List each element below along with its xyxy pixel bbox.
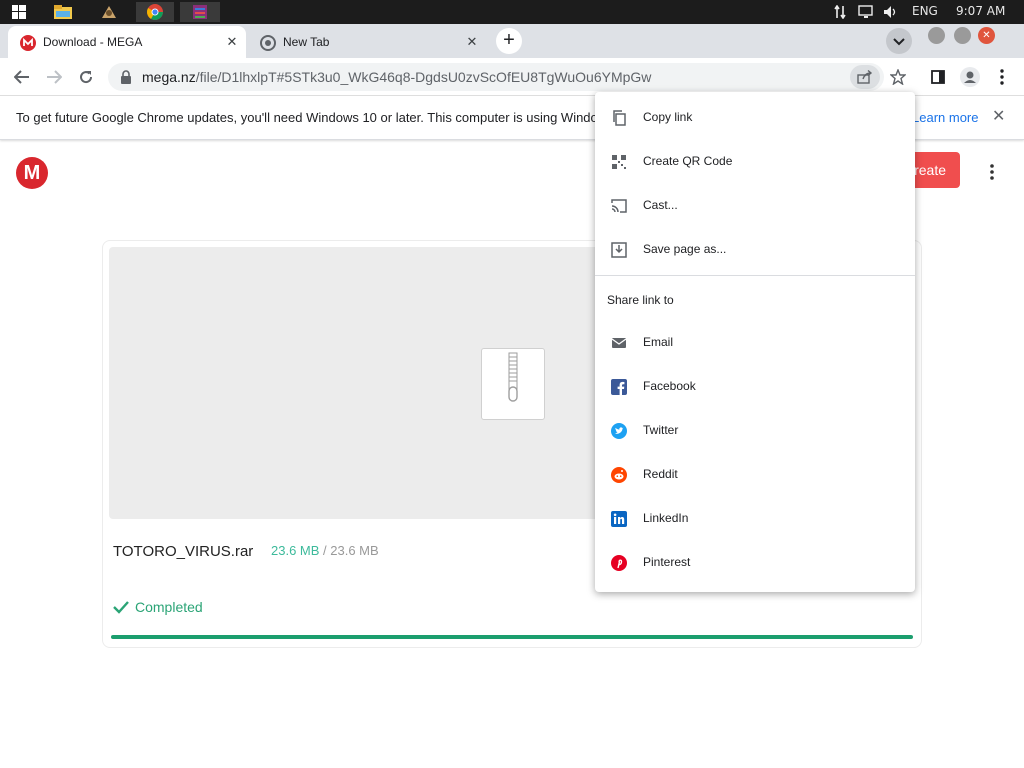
new-tab-button[interactable]: + [496,28,522,54]
mega-favicon-icon [20,35,36,51]
network-icon[interactable] [832,2,854,22]
share-target-label: Pinterest [643,555,691,569]
url-path: /file/D1lhxlpT#5STk3u0_WkG46q8-DgdsU0zvS… [195,69,652,85]
cast-icon [611,198,627,214]
chrome-menu-icon[interactable] [990,65,1014,89]
address-bar[interactable]: mega.nz/file/D1lhxlpT#5STk3u0_WkG46q8-Dg… [108,63,884,91]
menu-item-copy-link[interactable]: Copy link [595,100,915,136]
reload-button[interactable] [74,65,98,89]
side-panel-icon[interactable] [926,65,950,89]
downloaded-size: 23.6 MB [271,543,320,558]
volume-icon[interactable] [880,2,902,22]
display-icon[interactable] [856,2,878,22]
taskbar-clock[interactable]: 9:07 AM [956,4,1005,18]
mega-logo[interactable]: M [16,157,48,189]
size-separator: / [319,543,331,558]
menu-item-label: Save page as... [643,242,727,256]
chevron-down-icon [893,38,905,46]
tab-search-button[interactable] [886,28,912,54]
download-status: Completed [113,599,203,615]
forward-button[interactable] [42,65,66,89]
reddit-icon [611,467,627,483]
share-target-label: Reddit [643,467,678,481]
winrar-icon[interactable] [180,2,220,22]
url-host: mega.nz [142,69,196,85]
browser-toolbar: mega.nz/file/D1lhxlpT#5STk3u0_WkG46q8-Dg… [0,58,1024,96]
back-button[interactable] [10,65,34,89]
windows-start-icon[interactable] [8,2,30,22]
input-language[interactable]: ENG [912,4,938,18]
star-icon[interactable] [886,65,910,89]
share-icon[interactable] [850,65,880,89]
share-email[interactable]: Email [595,325,915,361]
chrome-favicon-icon [260,35,276,51]
app-icon[interactable] [98,2,120,22]
menu-item-label: Create QR Code [643,154,733,168]
share-linkedin[interactable]: LinkedIn [595,501,915,537]
share-reddit[interactable]: Reddit [595,457,915,493]
menu-item-save-page-as[interactable]: Save page as... [595,232,915,268]
tab-title: Download - MEGA [43,35,143,49]
menu-item-label: Copy link [643,110,693,124]
minimize-window-button[interactable] [928,27,945,44]
pinterest-icon [611,555,627,571]
menu-divider [595,275,915,276]
share-target-label: LinkedIn [643,511,689,525]
close-icon[interactable]: ✕ [992,106,1005,126]
check-icon [113,601,129,614]
tab-title: New Tab [283,35,330,49]
profile-icon[interactable] [958,65,982,89]
close-tab-icon[interactable]: ✕ [464,34,480,50]
qr-code-icon [611,154,627,170]
learn-more-link[interactable]: Learn more [912,110,978,125]
copy-icon [611,110,627,126]
share-link-header: Share link to [607,293,674,307]
tab-strip: Download - MEGA ✕ New Tab ✕ + ✕ [0,24,1024,58]
close-window-button[interactable]: ✕ [978,27,995,44]
status-label: Completed [135,599,203,615]
infobar-message: To get future Google Chrome updates, you… [16,110,598,125]
share-target-label: Email [643,335,674,349]
share-twitter[interactable]: Twitter [595,413,915,449]
chrome-icon[interactable] [136,2,174,22]
more-options-icon[interactable] [984,160,1000,184]
zip-file-icon [481,348,545,420]
email-icon [611,335,627,351]
share-facebook[interactable]: Facebook [595,369,915,405]
close-tab-icon[interactable]: ✕ [224,34,240,50]
save-icon [611,242,627,258]
url-text[interactable]: mega.nz/file/D1lhxlpT#5STk3u0_WkG46q8-Dg… [142,69,651,85]
maximize-window-button[interactable] [954,27,971,44]
tab-new-tab[interactable]: New Tab ✕ [248,26,486,58]
linkedin-icon [611,511,627,527]
file-size: 23.6 MB / 23.6 MB [271,543,379,558]
taskbar: ENG 9:07 AM [0,0,1024,24]
lock-icon[interactable] [120,70,132,89]
file-explorer-icon[interactable] [52,2,74,22]
menu-item-cast[interactable]: Cast... [595,188,915,224]
share-target-label: Facebook [643,379,696,393]
total-size: 23.6 MB [330,543,379,558]
progress-bar [111,635,913,639]
file-name: TOTORO_VIRUS.rar [113,543,254,560]
twitter-icon [611,423,627,439]
facebook-icon [611,379,627,395]
menu-item-label: Cast... [643,198,678,212]
menu-item-create-qr-code[interactable]: Create QR Code [595,144,915,180]
tab-download-mega[interactable]: Download - MEGA ✕ [8,26,246,58]
share-menu: Copy link Create QR Code Cast... Save pa… [595,92,915,592]
share-target-label: Twitter [643,423,679,437]
share-pinterest[interactable]: Pinterest [595,545,915,581]
